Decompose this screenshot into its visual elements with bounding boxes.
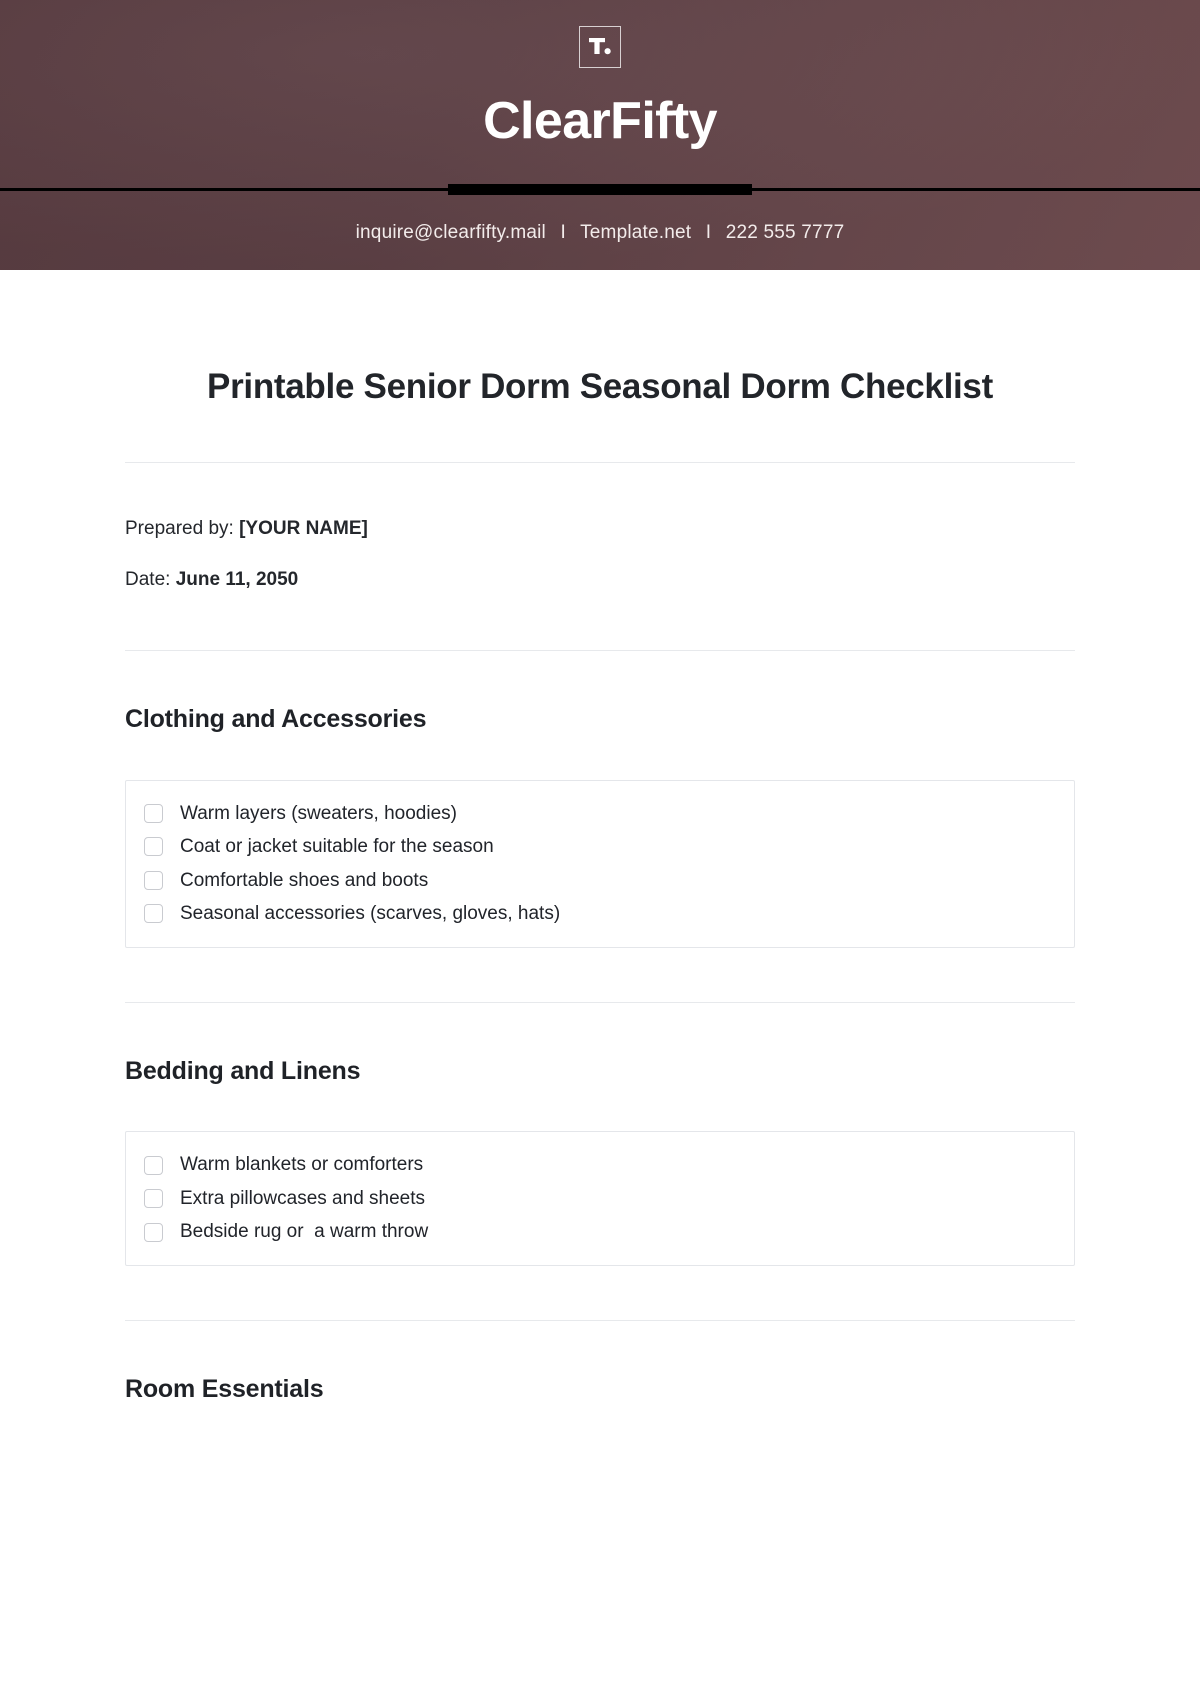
contact-phone[interactable]: 222 555 7777 [726, 222, 845, 243]
contact-separator-1: I [560, 222, 566, 243]
list-item[interactable]: Seasonal accessories (scarves, gloves, h… [126, 897, 1074, 931]
page-title: Printable Senior Dorm Seasonal Dorm Chec… [207, 367, 993, 406]
checkbox-icon[interactable] [144, 803, 163, 823]
list-item-label: Comfortable shoes and boots [180, 869, 429, 891]
template-t-logo-icon [579, 26, 621, 68]
checkbox-icon[interactable] [144, 904, 163, 924]
section-heading: Clothing and Accessories [125, 705, 427, 734]
document-page: ClearFifty inquire@clearfifty.mail I Tem… [0, 0, 1200, 1696]
brand-name: ClearFifty [483, 92, 717, 150]
meta-prepared-by-value[interactable]: [YOUR NAME] [239, 518, 368, 539]
meta-prepared-by-label: Prepared by: [125, 518, 234, 540]
checkbox-icon[interactable] [144, 870, 163, 890]
contact-separator-2: I [705, 222, 712, 243]
list-item[interactable]: Warm layers (sweaters, hoodies) [126, 797, 1074, 831]
section-heading: Room Essentials [125, 1374, 324, 1403]
list-item-label: Extra pillowcases and sheets [180, 1187, 426, 1209]
header-rule-thick [448, 184, 752, 195]
list-item-label: Warm layers (sweaters, hoodies) [180, 802, 457, 824]
section-clothing-and-accessories: Clothing and Accessories Warm layers (sw… [125, 651, 1075, 948]
meta-date-value[interactable]: June 11, 2050 [176, 569, 299, 590]
contact-email[interactable]: inquire@clearfifty.mail [356, 222, 546, 243]
meta-date: Date: June 11, 2050 [125, 566, 1075, 595]
checkbox-icon[interactable] [144, 1222, 163, 1242]
list-item-label: Bedside rug or a warm throw [180, 1221, 429, 1243]
checkbox-icon[interactable] [144, 837, 163, 857]
checkbox-icon[interactable] [144, 1189, 163, 1209]
checkbox-icon[interactable] [144, 1155, 163, 1175]
list-item[interactable]: Comfortable shoes and boots [126, 864, 1074, 898]
list-item-label: Coat or jacket suitable for the season [180, 836, 494, 858]
list-item-label: Warm blankets or comforters [180, 1154, 424, 1176]
document-meta: Prepared by: [YOUR NAME] Date: June 11, … [125, 463, 1075, 650]
list-item-label: Seasonal accessories (scarves, gloves, h… [180, 903, 561, 925]
document-body: Printable Senior Dorm Seasonal Dorm Chec… [0, 362, 1200, 1645]
list-item[interactable]: Bedside rug or a warm throw [126, 1215, 1074, 1249]
list-item[interactable]: Warm blankets or comforters [126, 1148, 1074, 1182]
checklist-box: Warm blankets or comforters Extra pillow… [125, 1131, 1075, 1266]
list-item[interactable]: Coat or jacket suitable for the season [126, 830, 1074, 864]
checklist-box: Warm layers (sweaters, hoodies) Coat or … [125, 779, 1075, 948]
list-item[interactable]: Extra pillowcases and sheets [126, 1182, 1074, 1216]
meta-date-label: Date: [125, 568, 171, 590]
contact-website[interactable]: Template.net [580, 222, 691, 243]
section-room-essentials: Room Essentials [125, 1321, 1075, 1406]
section-bedding-and-linens: Bedding and Linens Warm blankets or comf… [125, 1003, 1075, 1266]
page-tail-space [125, 1405, 1075, 1645]
meta-prepared-by: Prepared by: [YOUR NAME] [125, 515, 1075, 544]
header-rule [0, 184, 1200, 196]
contact-line: inquire@clearfifty.mail I Template.net I… [0, 222, 1200, 244]
brand-header: ClearFifty inquire@clearfifty.mail I Tem… [0, 0, 1200, 270]
section-heading: Bedding and Linens [125, 1056, 361, 1085]
